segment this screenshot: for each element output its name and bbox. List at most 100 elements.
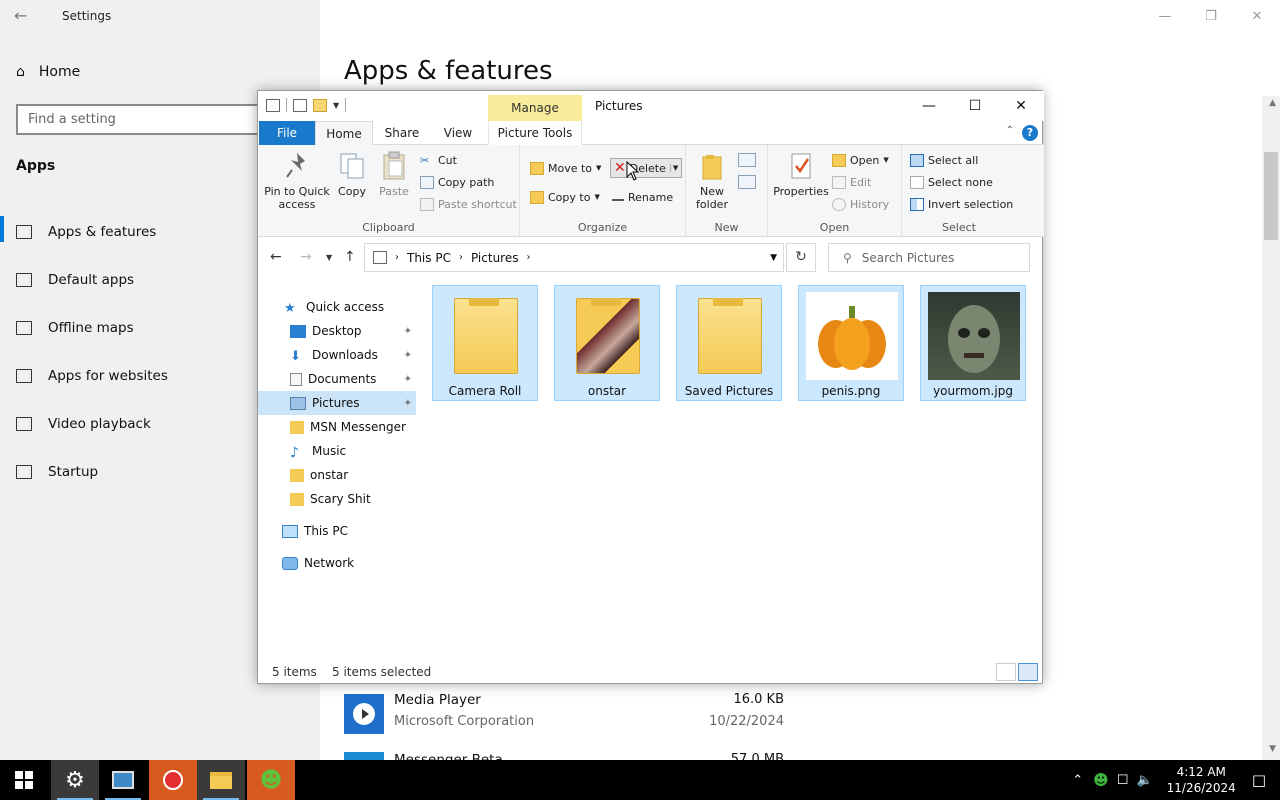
edit-button[interactable]: Edit	[832, 173, 871, 191]
select-all-button[interactable]: Select all	[910, 151, 978, 169]
rename-button[interactable]: Rename	[612, 188, 673, 206]
nav-quick-access[interactable]: ★ Quick access	[258, 295, 416, 319]
back-icon[interactable]: ←	[270, 249, 282, 265]
nav-music[interactable]: ♪ Music	[258, 439, 416, 463]
cut-button[interactable]: ✂ Cut	[420, 151, 457, 169]
pin-icon: ✦	[403, 373, 412, 385]
manage-context-tab[interactable]: Manage	[488, 95, 582, 121]
notifications-icon[interactable]: □	[1252, 771, 1266, 789]
nav-network[interactable]: Network	[258, 551, 416, 575]
app-list-item[interactable]: Media Player Microsoft Corporation 16.0 …	[344, 692, 784, 742]
new-item-icon[interactable]	[738, 153, 756, 167]
open-button[interactable]: Open ▼	[832, 151, 889, 169]
face-photo-icon	[948, 305, 1000, 373]
folder-icon	[440, 292, 532, 380]
pin-quick-access-button[interactable]: Pin to Quick access	[264, 151, 330, 211]
nav-scary-folder[interactable]: Scary Shit	[258, 487, 416, 511]
show-hidden-icons-icon[interactable]: ⌃	[1072, 773, 1083, 788]
home-nav-item[interactable]: ⌂ Home	[16, 64, 80, 80]
copy-to-button[interactable]: Copy to ▼	[530, 188, 600, 206]
tab-share[interactable]: Share	[376, 121, 428, 145]
move-to-button[interactable]: Move to ▼	[530, 159, 601, 177]
volume-icon[interactable]: 🔈	[1136, 773, 1152, 788]
invert-selection-button[interactable]: Invert selection	[910, 195, 1013, 213]
clock[interactable]: 4:12 AM 11/26/2024	[1167, 764, 1236, 796]
details-view-icon[interactable]	[996, 663, 1016, 681]
file-tile-jpg[interactable]: yourmom.jpg	[920, 285, 1026, 401]
nav-pictures[interactable]: Pictures ✦	[258, 391, 416, 415]
tab-picture-tools[interactable]: Picture Tools	[488, 121, 582, 145]
edit-icon	[832, 175, 846, 189]
address-dropdown-icon[interactable]: ▼	[770, 253, 777, 263]
close-icon[interactable]: ✕	[1234, 0, 1280, 32]
nav-msn-messenger[interactable]: MSN Messenger	[258, 415, 416, 439]
new-folder-icon[interactable]	[313, 98, 327, 112]
messenger-tray-icon[interactable]: ☻	[1093, 771, 1109, 789]
file-explorer-icon	[210, 771, 232, 789]
up-icon[interactable]: ↑	[344, 249, 356, 265]
file-tile-saved-pictures[interactable]: Saved Pictures	[676, 285, 782, 401]
nav-documents[interactable]: Documents ✦	[258, 367, 416, 391]
page-title: Apps & features	[344, 56, 553, 86]
nav-this-pc[interactable]: This PC	[258, 519, 416, 543]
scroll-up-icon[interactable]: ▲	[1269, 98, 1276, 108]
windows-logo-icon	[15, 771, 33, 789]
nav-downloads[interactable]: ⬇ Downloads ✦	[258, 343, 416, 367]
select-none-button[interactable]: Select none	[910, 173, 993, 191]
explorer-titlebar[interactable]: ▼ Manage Pictures — ☐ ✕	[258, 91, 1044, 121]
messenger-icon	[344, 752, 384, 760]
taskbar-file-explorer[interactable]	[197, 760, 245, 800]
qat-dropdown-icon[interactable]: ▼	[333, 101, 339, 110]
minimize-icon[interactable]: —	[906, 91, 952, 121]
scroll-down-icon[interactable]: ▼	[1269, 744, 1276, 754]
nav-onstar[interactable]: onstar	[258, 463, 416, 487]
recent-locations-icon[interactable]: ▼	[326, 253, 332, 262]
large-icons-view-icon[interactable]	[1018, 663, 1038, 681]
app-publisher: Microsoft Corporation	[394, 714, 535, 729]
properties-button[interactable]: Properties	[772, 151, 830, 198]
network-tray-icon[interactable]: ☐	[1117, 773, 1129, 788]
nav-desktop[interactable]: Desktop ✦	[258, 319, 416, 343]
help-icon[interactable]: ?	[1022, 125, 1038, 141]
nav-label: Offline maps	[48, 320, 134, 336]
file-tile-camera-roll[interactable]: Camera Roll	[432, 285, 538, 401]
history-button[interactable]: History	[832, 195, 889, 213]
minimize-icon[interactable]: —	[1142, 0, 1188, 32]
tab-home[interactable]: Home	[315, 121, 373, 145]
paste-button[interactable]: Paste	[376, 151, 412, 198]
start-button[interactable]	[0, 760, 48, 800]
easy-access-icon[interactable]	[738, 175, 756, 189]
copy-folder-icon	[530, 190, 544, 204]
app-list-item[interactable]: Messenger Beta 57.0 MB	[344, 750, 784, 760]
close-icon[interactable]: ✕	[998, 91, 1044, 121]
taskbar-messenger[interactable]: ☻	[247, 760, 295, 800]
file-tile-onstar[interactable]: onstar	[554, 285, 660, 401]
address-bar[interactable]: › This PC › Pictures › ▼	[364, 243, 784, 272]
search-pictures-input[interactable]: ⚲ Search Pictures	[828, 243, 1030, 272]
scroll-thumb[interactable]	[1264, 152, 1278, 240]
breadcrumb-pictures[interactable]: Pictures	[471, 251, 519, 265]
refresh-button[interactable]: ↻	[786, 243, 816, 272]
taskbar-window-app[interactable]	[99, 760, 147, 800]
copy-path-button[interactable]: Copy path	[420, 173, 494, 191]
tab-view[interactable]: View	[434, 121, 482, 145]
pumpkin-thumbnail-icon	[806, 292, 898, 380]
new-folder-button[interactable]: New folder	[692, 151, 732, 211]
collapse-ribbon-icon[interactable]: ⌃	[1006, 125, 1014, 136]
copy-button[interactable]: Copy	[334, 151, 370, 198]
restore-icon[interactable]: ❐	[1188, 0, 1234, 32]
file-tile-png[interactable]: penis.png	[798, 285, 904, 401]
organize-group-label: Organize	[577, 221, 628, 234]
paste-shortcut-button[interactable]: Paste shortcut	[420, 195, 517, 213]
forward-icon[interactable]: →	[300, 249, 312, 265]
taskbar-red-app[interactable]	[149, 760, 197, 800]
delete-button[interactable]: ✕ Delete ▼	[610, 158, 683, 178]
home-label: Home	[38, 64, 81, 80]
breadcrumb-this-pc[interactable]: This PC	[407, 251, 451, 265]
taskbar-settings[interactable]: ⚙	[51, 760, 99, 800]
back-arrow-icon[interactable]: ←	[14, 6, 27, 25]
tab-file[interactable]: File	[259, 121, 315, 145]
maximize-icon[interactable]: ☐	[952, 91, 998, 121]
properties-icon[interactable]	[293, 98, 307, 112]
nav-label: Network	[304, 556, 355, 570]
